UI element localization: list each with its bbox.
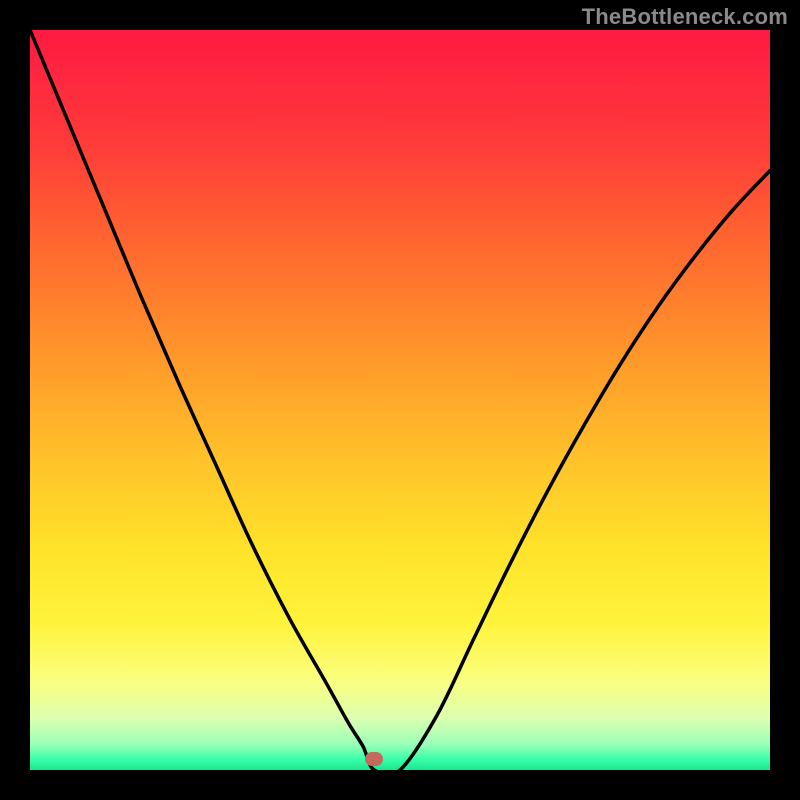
watermark-text: TheBottleneck.com: [582, 4, 788, 30]
chart-frame: TheBottleneck.com: [0, 0, 800, 800]
plot-area: [30, 30, 770, 770]
optimum-marker: [365, 752, 383, 766]
bottleneck-curve: [30, 30, 770, 770]
